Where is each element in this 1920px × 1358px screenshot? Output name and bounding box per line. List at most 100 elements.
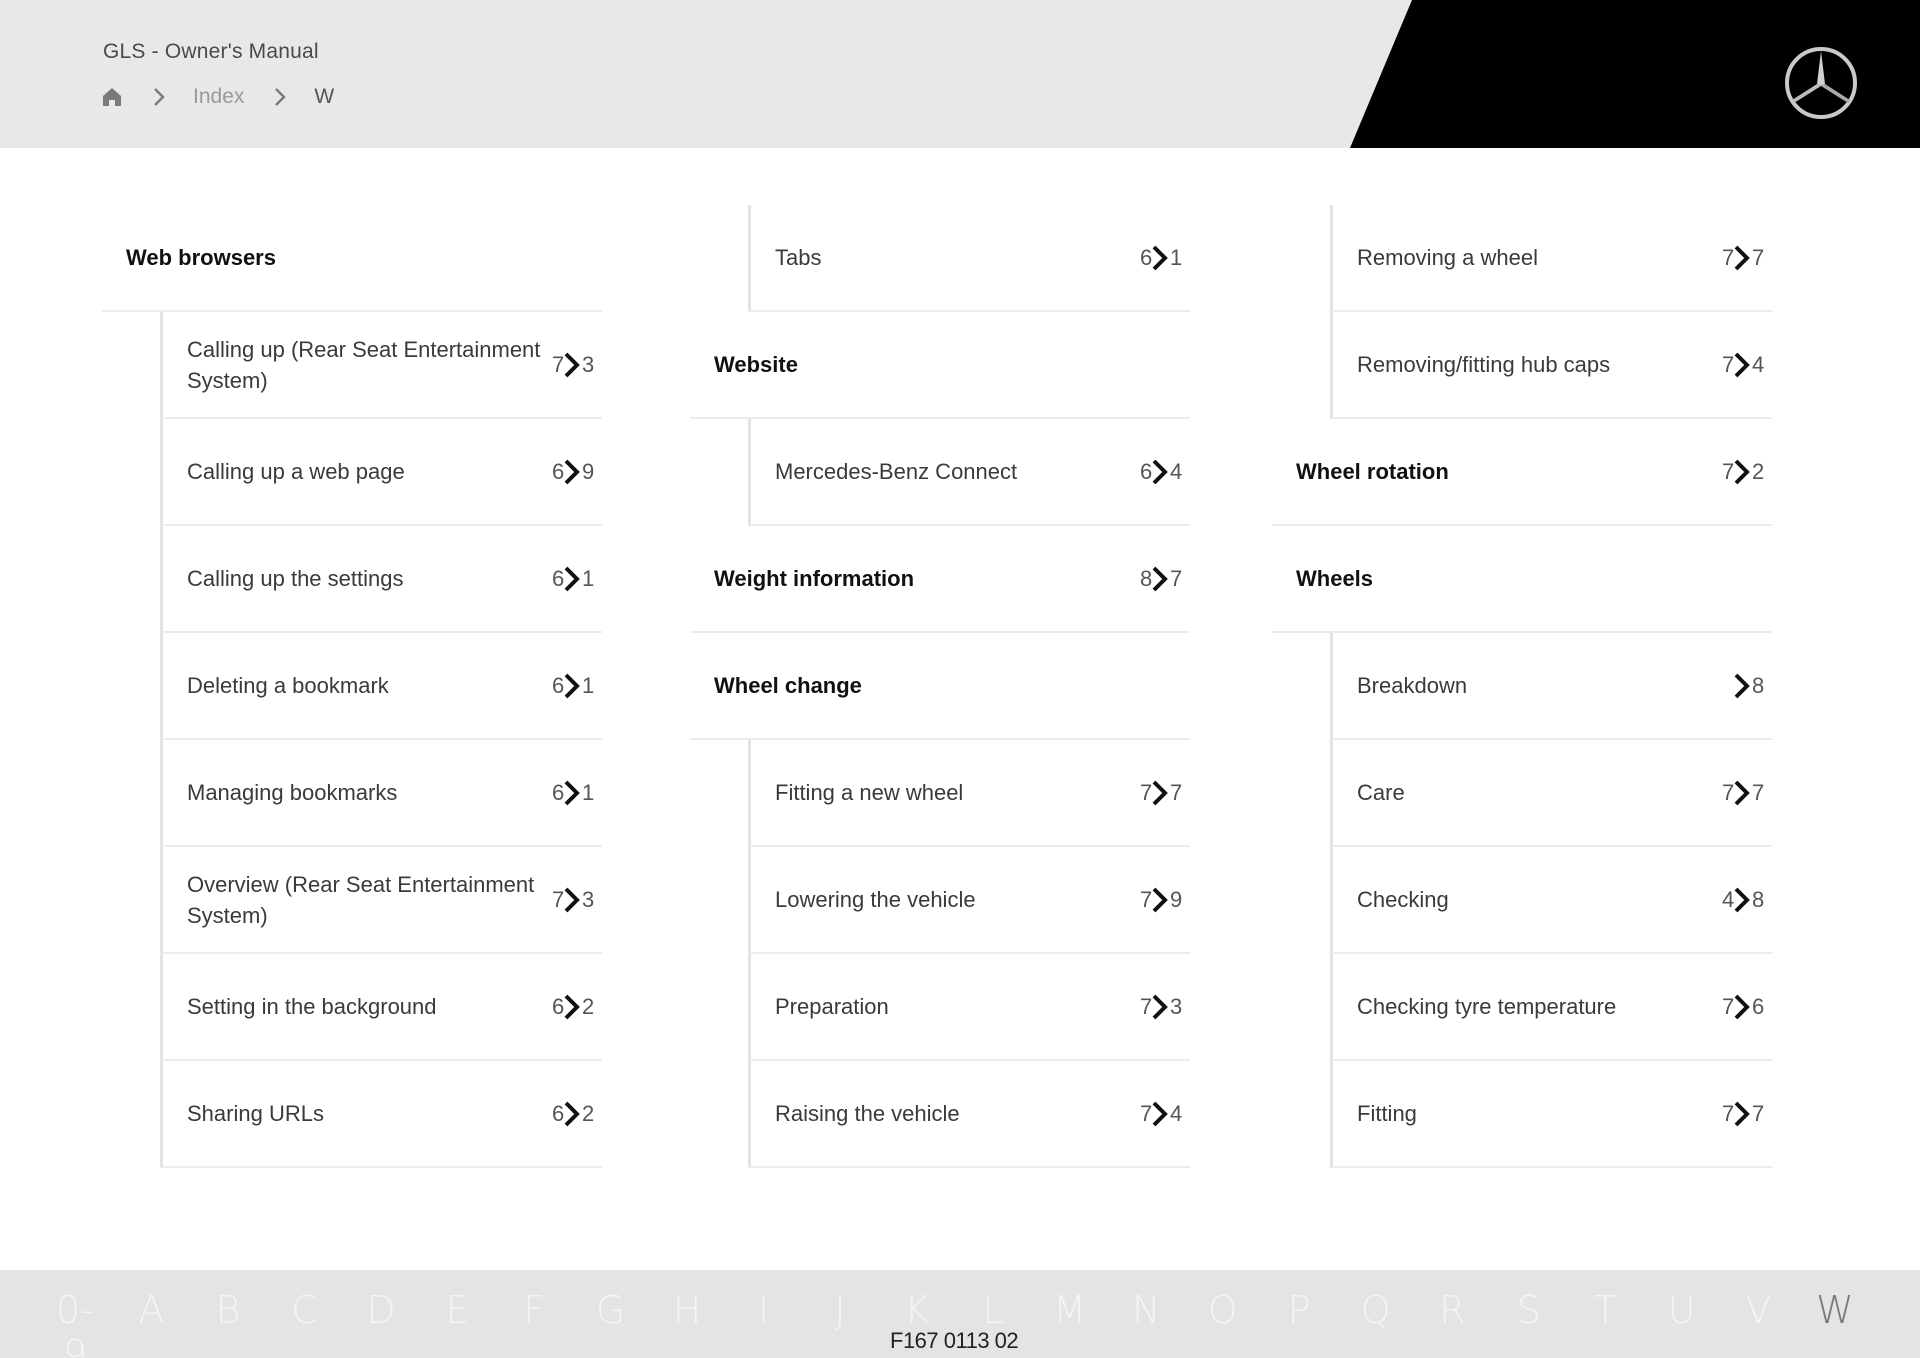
alphabet-letter-e[interactable]: E [428, 1288, 488, 1358]
alphabet-letter-q[interactable]: Q [1346, 1288, 1406, 1358]
alphabet-letter-c[interactable]: C [275, 1288, 335, 1358]
page-reference-link[interactable]: 87 [1140, 564, 1182, 594]
page-reference-link[interactable]: 69 [552, 457, 594, 487]
index-entry-sub[interactable]: Fitting 7 7 [1330, 1061, 1772, 1168]
index-entry-sub[interactable]: Tabs 6 1 [748, 205, 1190, 312]
alphabet-letter-w[interactable]: W [1805, 1288, 1865, 1358]
page-reference-link[interactable]: 61 [1140, 243, 1182, 273]
alphabet-letter-r[interactable]: R [1422, 1288, 1482, 1358]
page-reference-link[interactable]: 77 [1722, 1099, 1764, 1129]
alphabet-letter-t[interactable]: T [1575, 1288, 1635, 1358]
alphabet-letter-n[interactable]: N [1116, 1288, 1176, 1358]
index-entry-main[interactable]: Wheel rotation 7 2 [1272, 419, 1772, 526]
index-entry-label: Wheel rotation [1296, 458, 1449, 484]
index-entry-main[interactable]: Wheels [1272, 526, 1772, 633]
index-entry-main[interactable]: Web browsers [102, 205, 602, 312]
alphabet-letter-a[interactable]: A [122, 1288, 182, 1358]
chevron-right-icon [562, 886, 582, 914]
page-reference-link[interactable]: 48 [1722, 885, 1764, 915]
alphabet-letter-g[interactable]: G [581, 1288, 641, 1358]
page-number-last-digit: 3 [582, 351, 595, 377]
page-reference-link[interactable]: 64 [1140, 457, 1182, 487]
chevron-right-icon [1732, 886, 1752, 914]
page-number-last-digit: 3 [1170, 993, 1183, 1019]
page-reference-link[interactable]: 74 [1140, 1099, 1182, 1129]
alphabet-letter-i[interactable]: I [734, 1288, 794, 1358]
alphabet-letter-d[interactable]: D [351, 1288, 411, 1358]
index-entry-main[interactable]: Website [690, 312, 1190, 419]
index-entry-sub[interactable]: Deleting a bookmark 6 1 [160, 633, 602, 740]
page-number-last-digit: 7 [1752, 779, 1765, 805]
index-entry-sub[interactable]: Mercedes-Benz Connect 6 4 [748, 419, 1190, 526]
chevron-right-icon [274, 87, 288, 107]
page-reference-link[interactable]: 77 [1722, 778, 1764, 808]
chevron-right-icon [1150, 886, 1170, 914]
alphabet-letter-m[interactable]: M [1040, 1288, 1100, 1358]
page-number-last-digit: 9 [1170, 886, 1183, 912]
index-entry-label: Website [714, 351, 798, 377]
index-entry-sub[interactable]: Calling up a web page 6 9 [160, 419, 602, 526]
index-entry-label: Sharing URLs [187, 1101, 324, 1126]
page-reference-link[interactable]: 8 [1722, 671, 1764, 701]
index-entry-sub[interactable]: Managing bookmarks 6 1 [160, 740, 602, 847]
index-entry-label: Care [1357, 780, 1405, 805]
alphabet-letter-p[interactable]: P [1269, 1288, 1329, 1358]
index-entry-sub[interactable]: Calling up the settings 6 1 [160, 526, 602, 633]
alphabet-letter-b[interactable]: B [198, 1288, 258, 1358]
alphabet-navigation-bar: 0-9 A B C D E F G H I J K L M N O P Q R S T U V W F167 0113 02 [0, 1270, 1920, 1358]
page-reference-link[interactable]: 61 [552, 564, 594, 594]
alphabet-letter-f[interactable]: F [504, 1288, 564, 1358]
page-reference-link[interactable]: 61 [552, 778, 594, 808]
page-reference-link[interactable]: 79 [1140, 885, 1182, 915]
index-entry-sub[interactable]: Breakdown 8 [1330, 633, 1772, 740]
index-entry-label: Fitting a new wheel [775, 780, 964, 805]
index-entry-label: Mercedes-Benz Connect [775, 459, 1018, 484]
page-reference-link[interactable]: 77 [1722, 243, 1764, 273]
index-entry-label: Tabs [775, 245, 822, 270]
chevron-right-icon [1150, 244, 1170, 272]
page-reference-link[interactable]: 73 [1140, 992, 1182, 1022]
alphabet-letter-j[interactable]: J [810, 1288, 870, 1358]
alphabet-letter-0-9[interactable]: 0-9 [45, 1288, 105, 1358]
home-icon[interactable] [101, 86, 123, 108]
page-reference-link[interactable]: 73 [552, 350, 594, 380]
page-reference-link[interactable]: 76 [1722, 992, 1764, 1022]
index-entry-sub[interactable]: Sharing URLs 6 2 [160, 1061, 602, 1168]
alphabet-letter-h[interactable]: H [657, 1288, 717, 1358]
alphabet-letter-u[interactable]: U [1652, 1288, 1712, 1358]
index-entry-sub[interactable]: Overview (Rear Seat Entertainment System… [160, 847, 602, 954]
index-entry-main[interactable]: Wheel change [690, 633, 1190, 740]
page-reference-link[interactable]: 74 [1722, 350, 1764, 380]
page-reference-link[interactable]: 61 [552, 671, 594, 701]
index-entry-sub[interactable]: Raising the vehicle 7 4 [748, 1061, 1190, 1168]
breadcrumb-index-link[interactable]: Index [193, 85, 244, 109]
index-entry-sub[interactable]: Checking tyre temperature 7 6 [1330, 954, 1772, 1061]
index-entry-sub[interactable]: Calling up (Rear Seat Entertainment Syst… [160, 312, 602, 419]
page-reference-link[interactable]: 62 [552, 992, 594, 1022]
page-reference-link[interactable]: 73 [552, 885, 594, 915]
alphabet-letter-o[interactable]: O [1193, 1288, 1253, 1358]
index-entry-sub[interactable]: Fitting a new wheel 7 7 [748, 740, 1190, 847]
page-reference-link[interactable]: 72 [1722, 457, 1764, 487]
alphabet-letter-v[interactable]: V [1728, 1288, 1788, 1358]
index-entry-main[interactable]: Weight information 8 7 [690, 526, 1190, 633]
chevron-right-icon [1732, 672, 1752, 700]
index-entry-label: Checking tyre temperature [1357, 994, 1617, 1019]
page-number-last-digit: 2 [582, 1100, 595, 1126]
index-entry-sub[interactable]: Removing a wheel 7 7 [1330, 205, 1772, 312]
chevron-right-icon [1732, 993, 1752, 1021]
alphabet-letter-s[interactable]: S [1499, 1288, 1559, 1358]
index-entry-sub[interactable]: Lowering the vehicle 7 9 [748, 847, 1190, 954]
page-reference-link[interactable]: 77 [1140, 778, 1182, 808]
index-entry-sub[interactable]: Preparation 7 3 [748, 954, 1190, 1061]
index-entry-sub[interactable]: Removing/fitting hub caps 7 4 [1330, 312, 1772, 419]
index-column-3: Removing a wheel 7 7 Removing/fitting hub c… [1272, 205, 1772, 1168]
page-reference-link[interactable]: 62 [552, 1099, 594, 1129]
breadcrumb-current: W [314, 85, 335, 108]
index-entry-label: Overview (Rear Seat Entertainment System… [187, 871, 535, 928]
index-entry-sub[interactable]: Care 7 7 [1330, 740, 1772, 847]
index-entry-sub[interactable]: Checking 4 8 [1330, 847, 1772, 954]
mercedes-star-logo[interactable] [1782, 44, 1860, 122]
index-entry-label: Raising the vehicle [775, 1101, 960, 1126]
index-entry-sub[interactable]: Setting in the background 6 2 [160, 954, 602, 1061]
